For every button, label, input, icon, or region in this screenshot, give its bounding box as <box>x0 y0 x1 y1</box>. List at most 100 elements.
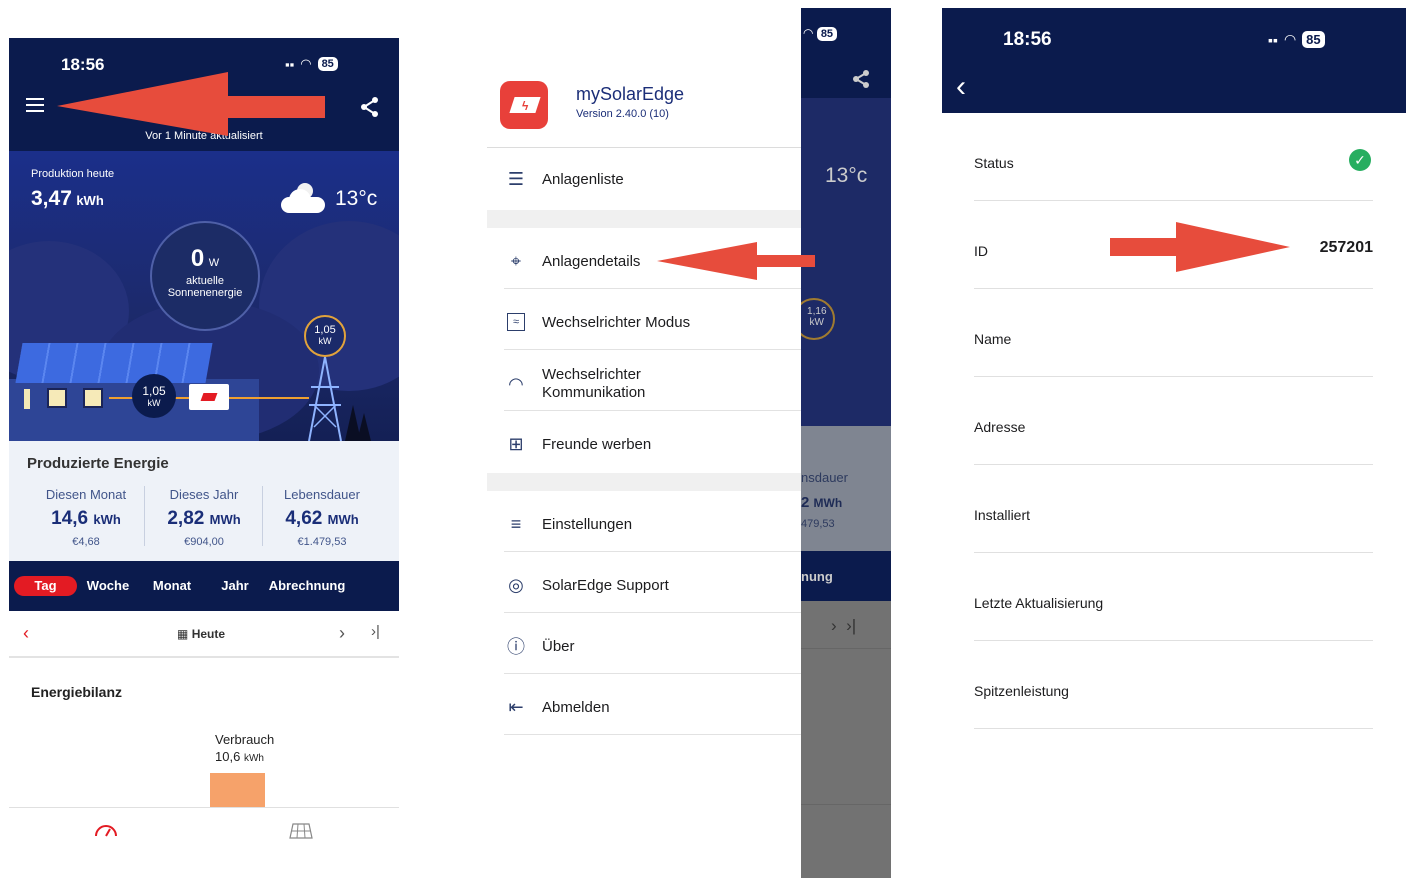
battery-icon: 85 <box>317 57 338 71</box>
divider <box>801 648 891 649</box>
bg-lifetime-unit: MWh <box>813 496 843 510</box>
inverter-icon <box>189 384 229 410</box>
produced-lifetime-value: 4,62 <box>285 508 323 529</box>
divider <box>504 410 801 411</box>
row-label: ID <box>974 243 988 259</box>
dashboard-screen: 18:56 ▪▪ ◠ 85 Vor 1 Minute aktualisiert … <box>9 38 399 878</box>
period-tabs: Tag Woche Monat Jahr Abrechnung <box>9 561 399 611</box>
status-icons: ▪▪ ◠ 85 <box>1268 31 1325 48</box>
tab-month[interactable]: Monat <box>147 576 197 596</box>
consumption-unit: kWh <box>243 753 264 764</box>
date-label[interactable]: Heute <box>192 627 225 641</box>
current-power-label: aktuelle <box>186 275 224 287</box>
bg-power-value: 1,16 <box>807 306 827 317</box>
annotation-arrow <box>1110 222 1290 272</box>
navigation-drawer: ϟ mySolarEdge Version 2.40.0 (10) ☰ Anlag… <box>487 8 801 878</box>
tab-day[interactable]: Tag <box>14 576 77 596</box>
chevron-right-icon[interactable]: › <box>339 623 345 644</box>
app-logo: ϟ <box>500 81 548 129</box>
bg-header <box>801 8 891 98</box>
grid-value: 1,05 <box>314 324 336 336</box>
menu-item-support[interactable]: ◎ SolarEdge Support <box>504 570 801 600</box>
detail-row-peak-power: Spitzenleistung <box>974 641 1373 729</box>
chevron-left-icon[interactable]: ‹ <box>23 623 29 644</box>
menu-label: Wechselrichter Kommunikation <box>542 366 646 401</box>
tab-year[interactable]: Jahr <box>213 576 257 596</box>
produced-month-value: 14,6 <box>51 508 89 529</box>
menu-item-about[interactable]: ⓘ Über <box>504 631 801 661</box>
bg-tab-label: nung <box>801 569 833 584</box>
gift-icon: ⊞ <box>508 433 524 454</box>
menu-item-plant-list[interactable]: ☰ Anlagenliste <box>504 164 801 194</box>
location-pin-icon: ⌖ <box>510 250 522 271</box>
row-label: Spitzenleistung <box>974 683 1069 699</box>
current-power-label2: Sonnenenergie <box>167 287 243 299</box>
produced-month-label: Diesen Monat <box>45 487 127 502</box>
dimmed-background[interactable]: ◠ 85 13°c 1,16 kW nsdauer 2 MWh 479,53 n… <box>793 8 891 878</box>
detail-row-name: Name <box>974 289 1373 377</box>
balance-title: Energiebilanz <box>31 684 123 700</box>
signal-icon: ▪▪ <box>285 56 295 72</box>
header: 18:56 ▪▪ ◠ 85 ‹ <box>942 8 1406 113</box>
status-icons: ▪▪ ◠ 85 <box>285 56 338 72</box>
section-gap <box>487 473 801 491</box>
divider <box>504 551 801 552</box>
menu-icon[interactable] <box>26 98 44 112</box>
annotation-arrow <box>57 72 325 136</box>
tab-billing[interactable]: Abrechnung <box>267 576 347 596</box>
bg-battery: 85 <box>816 27 838 41</box>
window <box>47 388 67 408</box>
divider <box>9 807 399 808</box>
plant-id-value: 257201 <box>1319 239 1373 256</box>
share-icon[interactable] <box>359 96 381 118</box>
bg-status-icons: ◠ 85 <box>803 26 838 41</box>
sliders-icon: ≡ <box>510 513 522 534</box>
consumption-bar <box>210 773 265 807</box>
menu-label: SolarEdge Support <box>542 576 669 594</box>
menu-item-inverter-mode[interactable]: ≈ Wechselrichter Modus <box>504 307 801 337</box>
section-gap <box>487 210 801 228</box>
calendar-icon: ▦ <box>177 627 189 641</box>
bg-power-unit: kW <box>809 317 824 328</box>
solar-panel-layout-icon[interactable] <box>289 823 313 839</box>
header: 18:56 ▪▪ ◠ 85 Vor 1 Minute aktualisiert <box>9 38 399 151</box>
info-icon: ⓘ <box>507 637 525 657</box>
grid-power-circle: 1,05 kW <box>304 315 346 357</box>
menu-label: Anlagendetails <box>542 252 641 270</box>
production-unit: kWh <box>76 193 104 208</box>
menu-label: Anlagenliste <box>542 170 624 188</box>
menu-item-refer-friends[interactable]: ⊞ Freunde werben <box>504 429 801 459</box>
power-pylon-icon <box>308 357 342 441</box>
current-power-unit: W <box>208 257 220 269</box>
menu-item-inverter-communication[interactable]: ◠ Wechselrichter Kommunikation <box>504 364 801 404</box>
date-nav: ‹ ▦ Heute › ›| <box>9 611 399 658</box>
tab-week[interactable]: Woche <box>83 576 133 596</box>
back-chevron-icon[interactable]: ‹ <box>956 72 966 102</box>
house-unit: kW <box>147 398 161 408</box>
bg-chevron-right-icon: › ›| <box>831 616 857 635</box>
menu-label: Einstellungen <box>542 515 633 533</box>
weather-cloud-icon <box>281 183 325 213</box>
menu-item-settings[interactable]: ≡ Einstellungen <box>504 509 801 539</box>
bg-lifetime-label: nsdauer <box>801 470 848 485</box>
signal-icon: ▪▪ <box>1268 31 1278 48</box>
app-name: mySolarEdge <box>576 84 685 104</box>
lightning-icon: ϟ <box>522 99 529 113</box>
wifi-icon: ◠ <box>1283 31 1297 47</box>
divider <box>504 734 801 735</box>
skip-to-end-icon[interactable]: ›| <box>371 623 380 640</box>
row-label: Letzte Aktualisierung <box>974 595 1104 611</box>
bg-produced <box>801 426 891 551</box>
bg-temperature: 13°c <box>825 164 868 187</box>
app-version: Version 2.40.0 (10) <box>576 108 669 120</box>
row-label: Installiert <box>974 507 1031 523</box>
consumption-label: Verbrauch <box>215 732 275 747</box>
status-time: 18:56 <box>1003 29 1052 50</box>
tree-icon <box>357 413 371 441</box>
menu-item-logout[interactable]: ⇤ Abmelden <box>504 692 801 722</box>
menu-label: Freunde werben <box>542 435 652 453</box>
consumption-value: 10,6 <box>215 749 241 764</box>
detail-row-status: Status ✓ <box>974 113 1373 201</box>
divider <box>504 288 801 289</box>
dashboard-gauge-icon[interactable] <box>94 822 118 838</box>
